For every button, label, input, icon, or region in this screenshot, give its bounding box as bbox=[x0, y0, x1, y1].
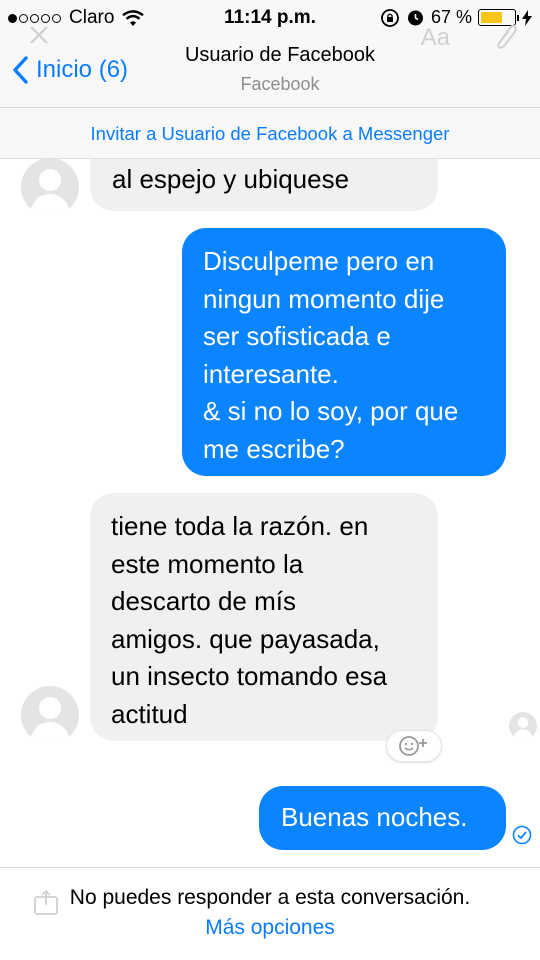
invite-to-messenger-link[interactable]: Invitar a Usuario de Facebook a Messenge… bbox=[0, 109, 540, 159]
attachment-icon bbox=[497, 24, 517, 49]
add-reaction-button[interactable] bbox=[386, 730, 442, 762]
user-placeholder-icon bbox=[512, 717, 534, 740]
message-bubble-outgoing[interactable]: Buenas noches. bbox=[259, 786, 506, 850]
delivered-check-icon bbox=[512, 825, 532, 845]
nav-bar: Inicio (6) Usuario de Facebook Facebook … bbox=[0, 24, 540, 108]
text-size-label: Aa bbox=[420, 24, 450, 51]
message-text: Buenas noches. bbox=[281, 802, 468, 832]
seen-indicator-avatar bbox=[509, 712, 537, 740]
share-icon bbox=[34, 889, 58, 915]
chevron-left-icon bbox=[13, 56, 28, 84]
smiley-plus-icon bbox=[399, 736, 427, 756]
message-text: al espejo y ubiquese bbox=[112, 164, 350, 194]
close-icon bbox=[30, 26, 48, 44]
conversation-title[interactable]: Usuario de Facebook bbox=[150, 44, 410, 67]
message-text: Disculpeme pero en ningun momento dije s… bbox=[203, 246, 459, 464]
message-bubble-outgoing[interactable]: Disculpeme pero en ningun momento dije s… bbox=[182, 228, 506, 476]
conversation-subtitle: Facebook bbox=[240, 74, 320, 94]
user-placeholder-icon bbox=[29, 169, 71, 216]
rotation-lock-icon bbox=[381, 8, 399, 27]
message-bubble-incoming[interactable]: tiene toda la razón. en este momento la … bbox=[90, 493, 438, 741]
avatar[interactable] bbox=[21, 159, 79, 216]
charging-icon bbox=[522, 9, 532, 26]
avatar[interactable] bbox=[21, 686, 79, 744]
back-button[interactable]: Inicio (6) bbox=[12, 56, 128, 84]
message-thread: al espejo y ubiquese Disculpeme pero en … bbox=[0, 159, 540, 867]
status-bar: Claro 11:14 p.m. 67 % bbox=[0, 0, 540, 36]
message-text: tiene toda la razón. en este momento la … bbox=[111, 511, 388, 729]
user-placeholder-icon bbox=[29, 697, 71, 744]
back-label: Inicio (6) bbox=[36, 56, 129, 83]
message-bubble-incoming[interactable]: al espejo y ubiquese bbox=[90, 159, 438, 211]
composer-disabled-footer: No puedes responder a esta conversación.… bbox=[0, 867, 540, 960]
more-options-link[interactable]: Más opciones bbox=[0, 916, 540, 940]
cannot-reply-notice: No puedes responder a esta conversación. bbox=[69, 886, 471, 909]
